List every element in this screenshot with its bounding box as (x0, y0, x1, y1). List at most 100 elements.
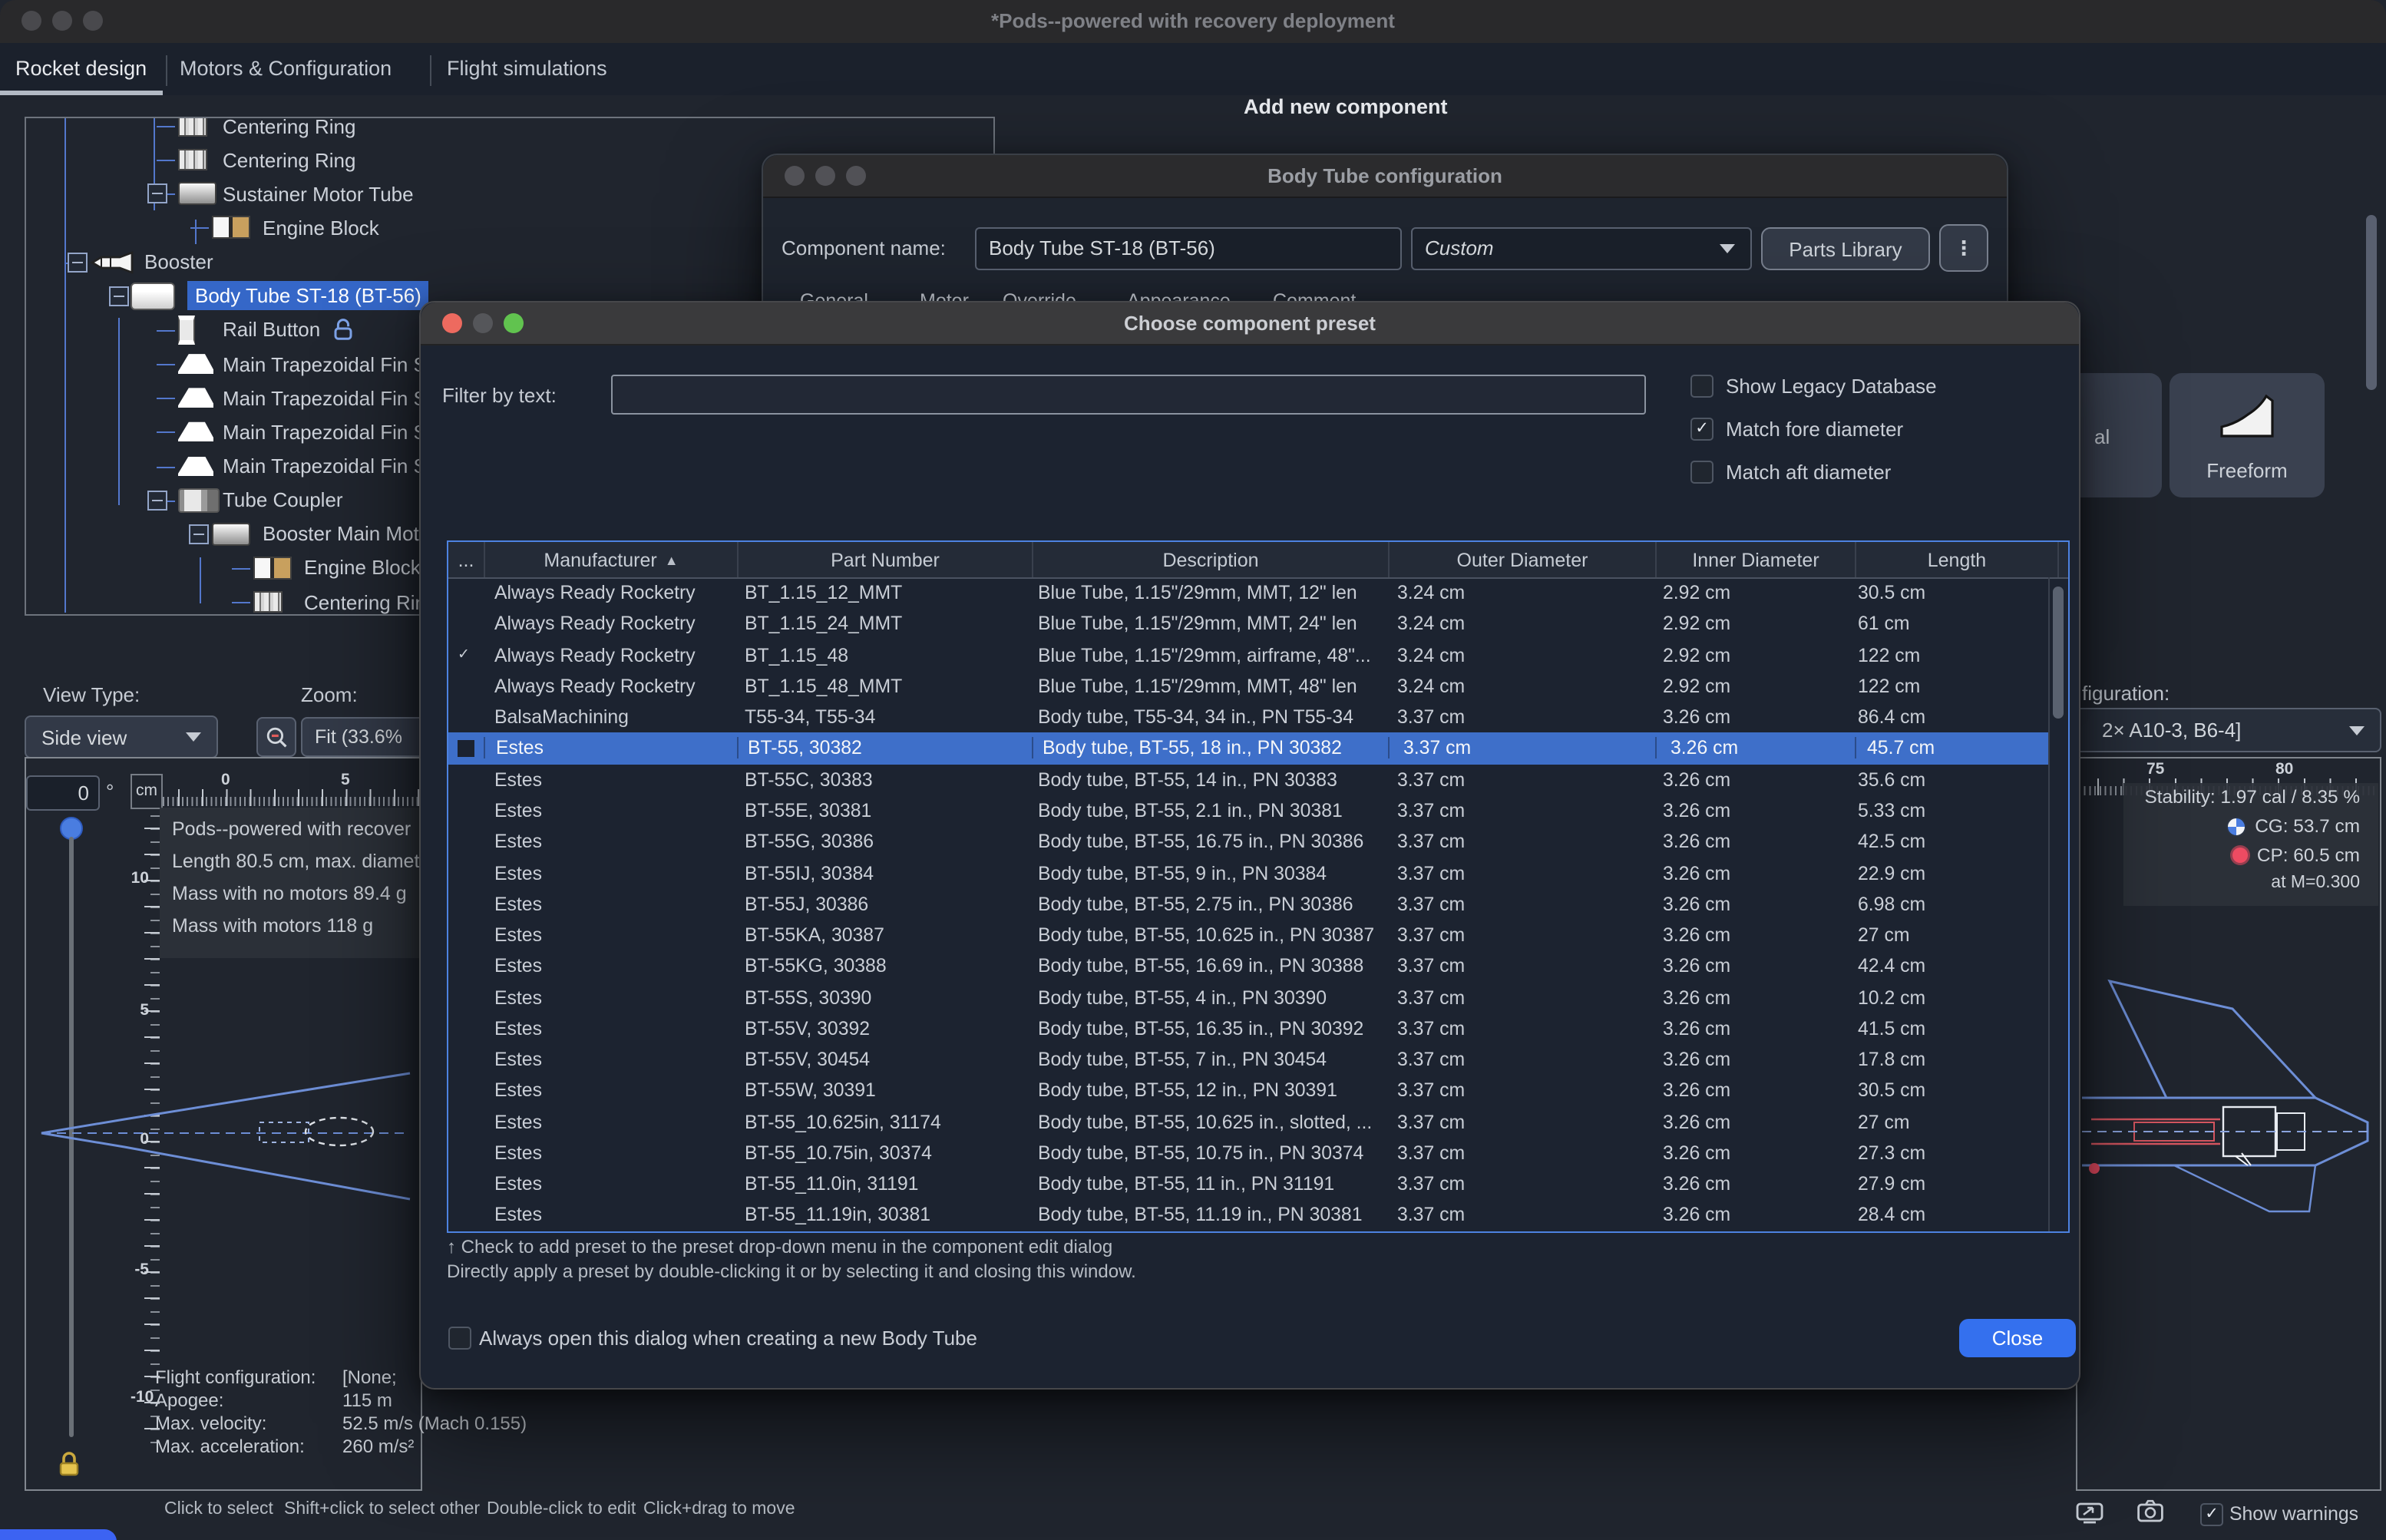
rocket-view-right[interactable]: 75 80 Stability: 1.97 cal / 8.35 % CG: 5… (2076, 757, 2381, 1491)
row-checkbox[interactable] (458, 709, 474, 725)
collapse-toggle-icon[interactable] (147, 184, 167, 204)
table-row[interactable]: EstesBT-55KG, 30388Body tube, BT-55, 16.… (448, 950, 2048, 982)
row-checkbox[interactable] (458, 1113, 474, 1130)
freeform-fin-button[interactable]: Freeform (2170, 373, 2325, 497)
preset-select[interactable]: Custom (1411, 227, 1752, 270)
table-row[interactable]: EstesBT-55C, 30383Body tube, BT-55, 14 i… (448, 764, 2048, 795)
row-checkbox[interactable] (458, 771, 474, 788)
table-cell: BT-55_11.0in, 31191 (735, 1173, 1029, 1195)
option-checkbox[interactable] (1690, 374, 1713, 397)
table-row[interactable]: Always Ready RocketryBT_1.15_48_MMTBlue … (448, 671, 2048, 702)
table-row[interactable]: EstesBT-55, 30382Body tube, BT-55, 18 in… (448, 733, 2048, 765)
tree-guide-stub (157, 160, 175, 161)
row-checkbox-cell (448, 802, 484, 819)
row-checkbox[interactable] (458, 740, 474, 757)
row-checkbox[interactable] (458, 802, 474, 819)
table-cell: 3.37 cm (1383, 706, 1649, 728)
column-header-label: ... (458, 549, 474, 570)
table-row[interactable]: EstesBT-55_11.19in, 30381Body tube, BT-5… (448, 1200, 2048, 1231)
row-checkbox[interactable]: ✓ (458, 646, 474, 663)
table-scrollbar-thumb[interactable] (2053, 587, 2064, 719)
overflow-menu-button[interactable]: ⋮ (1939, 224, 1988, 272)
row-checkbox[interactable] (458, 1020, 474, 1037)
motor-tube-icon (178, 183, 216, 206)
filter-option[interactable]: Match aft diameter (1690, 459, 1891, 484)
column-header[interactable]: Description (1033, 542, 1390, 577)
table-row[interactable]: EstesBT-55S, 30390Body tube, BT-55, 4 in… (448, 982, 2048, 1013)
table-row[interactable]: Always Ready RocketryBT_1.15_24_MMTBlue … (448, 609, 2048, 640)
table-cell: Estes (484, 738, 737, 759)
column-header[interactable]: Part Number (739, 542, 1033, 577)
table-row[interactable]: EstesBT-55V, 30454Body tube, BT-55, 7 in… (448, 1044, 2048, 1076)
row-checkbox[interactable] (458, 958, 474, 975)
table-row[interactable]: EstesBT-55J, 30386Body tube, BT-55, 2.75… (448, 888, 2048, 920)
collapse-toggle-icon[interactable] (147, 490, 167, 510)
show-warnings-checkbox[interactable]: ✓ (2200, 1503, 2223, 1526)
parts-library-button[interactable]: Parts Library (1761, 227, 1930, 270)
column-header[interactable]: ... (448, 542, 485, 577)
tab-flight-simulations[interactable]: Flight simulations (447, 57, 607, 80)
table-row[interactable]: EstesBT-55V, 30392Body tube, BT-55, 16.3… (448, 1013, 2048, 1044)
filter-option[interactable]: Show Legacy Database (1690, 373, 1937, 398)
table-row[interactable]: EstesBT-55_10.625in, 31174Body tube, BT-… (448, 1106, 2048, 1138)
flight-stat-label: Apogee: (155, 1390, 342, 1411)
tree-item-label: Booster (144, 245, 213, 279)
table-row[interactable]: EstesBT-55G, 30386Body tube, BT-55, 16.7… (448, 826, 2048, 858)
table-row[interactable]: Always Ready RocketryBT_1.15_12_MMTBlue … (448, 577, 2048, 609)
view-type-select[interactable]: Side view (25, 715, 218, 758)
row-checkbox[interactable] (458, 1175, 474, 1192)
cg-value: CG: 53.7 cm (2255, 815, 2360, 837)
table-scrollbar[interactable] (2048, 577, 2068, 1231)
tab-motors-configuration[interactable]: Motors & Configuration (180, 57, 392, 80)
always-open-checkbox[interactable] (448, 1327, 471, 1350)
collapse-toggle-icon[interactable] (189, 524, 209, 544)
column-header[interactable]: Manufacturer▲ (485, 542, 739, 577)
option-checkbox[interactable]: ✓ (1690, 417, 1713, 440)
row-checkbox[interactable] (458, 1082, 474, 1099)
chevron-down-icon (1720, 244, 1735, 253)
row-checkbox[interactable] (458, 896, 474, 913)
panel-scrollbar-thumb[interactable] (2366, 215, 2377, 390)
export-view-button[interactable] (2076, 1500, 2107, 1526)
table-row[interactable]: EstesBT-55_10.75in, 30374Body tube, BT-5… (448, 1138, 2048, 1169)
photo-studio-button[interactable] (2137, 1499, 2166, 1525)
column-header[interactable]: Length (1856, 542, 2059, 577)
row-checkbox[interactable] (458, 1051, 474, 1068)
collapse-toggle-icon[interactable] (109, 286, 129, 306)
component-name-input[interactable]: Body Tube ST-18 (BT-56) (975, 227, 1402, 270)
table-cell: Always Ready Rocketry (484, 676, 735, 697)
cg-icon (2226, 816, 2246, 836)
rotation-input[interactable]: 0 (26, 775, 100, 811)
flight-configuration-select[interactable]: 2× A10-3, B6-4] (2073, 708, 2381, 752)
column-header[interactable]: Outer Diameter (1390, 542, 1657, 577)
close-button[interactable]: Close (1959, 1319, 2076, 1357)
table-row[interactable]: EstesBT-55KA, 30387Body tube, BT-55, 10.… (448, 920, 2048, 951)
collapse-toggle-icon[interactable] (68, 252, 88, 272)
row-checkbox[interactable] (458, 584, 474, 601)
filter-input[interactable] (611, 375, 1646, 415)
filter-option[interactable]: ✓Match fore diameter (1690, 416, 1903, 441)
rocket-view-left[interactable]: 0 ° cm 0 5 1050-5-10 Pods--powered with … (25, 757, 422, 1491)
table-row[interactable]: BalsaMachiningT55-34, T55-34Body tube, T… (448, 702, 2048, 733)
tree-guide-stub (157, 466, 175, 468)
zoom-out-button[interactable] (256, 717, 296, 757)
tab-rocket-design[interactable]: Rocket design (15, 57, 147, 80)
table-row[interactable]: ✓Always Ready RocketryBT_1.15_48Blue Tub… (448, 639, 2048, 671)
row-checkbox[interactable] (458, 927, 474, 943)
tree-item[interactable]: Centering Ring (26, 117, 993, 143)
row-checkbox[interactable] (458, 678, 474, 695)
row-checkbox[interactable] (458, 989, 474, 1006)
lock-icon[interactable] (57, 1451, 81, 1477)
row-checkbox[interactable] (458, 616, 474, 633)
table-row[interactable]: EstesBT-55_11.0in, 31191Body tube, BT-55… (448, 1168, 2048, 1200)
table-row[interactable]: EstesBT-55E, 30381Body tube, BT-55, 2.1 … (448, 795, 2048, 827)
row-checkbox[interactable] (458, 864, 474, 881)
row-checkbox[interactable] (458, 1145, 474, 1162)
table-row[interactable]: EstesBT-55IJ, 30384Body tube, BT-55, 9 i… (448, 858, 2048, 889)
column-header[interactable]: Inner Diameter (1657, 542, 1856, 577)
body-tube-icon (131, 283, 175, 310)
row-checkbox[interactable] (458, 834, 474, 851)
table-row[interactable]: EstesBT-55W, 30391Body tube, BT-55, 12 i… (448, 1076, 2048, 1107)
option-checkbox[interactable] (1690, 460, 1713, 483)
row-checkbox[interactable] (458, 1207, 474, 1224)
